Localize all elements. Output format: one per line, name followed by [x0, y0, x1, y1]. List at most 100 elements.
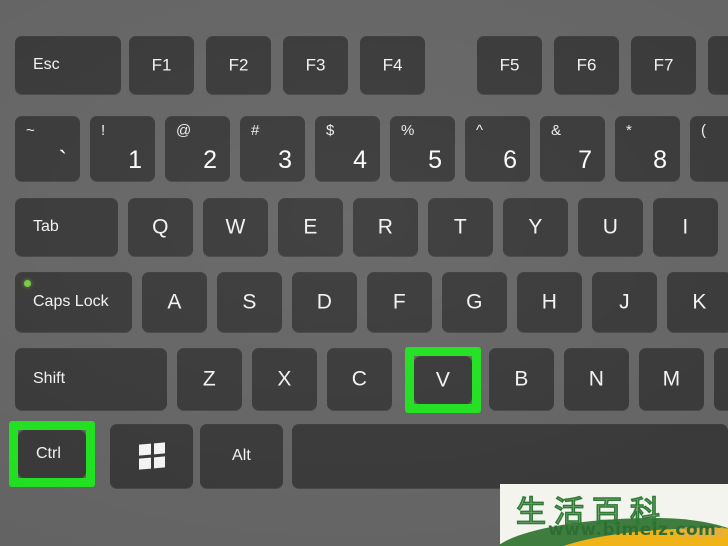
key-primary-symbol: 1 [128, 146, 142, 174]
key-n[interactable]: N [564, 348, 629, 410]
key-7[interactable]: & 7 [540, 116, 605, 181]
key-label: Shift [33, 370, 66, 387]
key-y[interactable]: Y [503, 198, 568, 256]
key-shift[interactable]: Shift [15, 348, 167, 410]
key-primary-symbol: 7 [578, 146, 592, 174]
watermark-url: www.bimeiz.com [548, 520, 717, 540]
key-label: Alt [232, 447, 251, 464]
key-f5[interactable]: F5 [477, 36, 542, 94]
key-label: Caps Lock [33, 293, 109, 310]
key-label: F5 [499, 55, 520, 75]
ctrl-key-highlight [9, 421, 95, 487]
windows-logo-icon [138, 442, 165, 470]
key-caps-lock[interactable]: Caps Lock [15, 272, 132, 332]
key-f[interactable]: F [367, 272, 432, 332]
keyboard-screenshot: EscF1F2F3F4F5F6F7~`!1@2#3$4%5^6&7*8(9Tab… [0, 0, 728, 546]
key-shift-symbol: ( [701, 122, 706, 139]
key-f6[interactable]: F6 [554, 36, 619, 94]
key-f7[interactable]: F7 [631, 36, 696, 94]
key-label: Esc [33, 56, 60, 73]
key-label: R [377, 215, 394, 239]
key-partial-8[interactable] [708, 36, 728, 94]
key-label: F2 [228, 55, 249, 75]
key-r[interactable]: R [353, 198, 418, 256]
key-partial-8[interactable] [714, 348, 728, 410]
key-primary-symbol: 2 [203, 146, 217, 174]
key-h[interactable]: H [517, 272, 582, 332]
key-f3[interactable]: F3 [283, 36, 348, 94]
key-6[interactable]: ^ 6 [465, 116, 530, 181]
key-5[interactable]: % 5 [390, 116, 455, 181]
key-shift-symbol: ^ [476, 122, 484, 139]
key-shift-symbol: $ [326, 122, 335, 139]
key-x[interactable]: X [252, 348, 317, 410]
key-d[interactable]: D [292, 272, 357, 332]
key-t[interactable]: T [428, 198, 493, 256]
key-i[interactable]: I [653, 198, 718, 256]
key-2[interactable]: @2 [165, 116, 230, 181]
key-primary-symbol: 6 [503, 146, 517, 174]
key-m[interactable]: M [639, 348, 704, 410]
key-3[interactable]: #3 [240, 116, 305, 181]
key-g[interactable]: G [442, 272, 507, 332]
key-a[interactable]: A [142, 272, 207, 332]
key-q[interactable]: Q [128, 198, 193, 256]
key-w[interactable]: W [203, 198, 268, 256]
key-shift-symbol: ! [101, 122, 106, 139]
key-label: H [541, 290, 558, 314]
key-tab[interactable]: Tab [15, 198, 118, 256]
key-windows[interactable] [110, 424, 193, 488]
key-alt[interactable]: Alt [200, 424, 283, 488]
key-z[interactable]: Z [177, 348, 242, 410]
caps-lock-led-indicator [24, 280, 31, 287]
key-shift-symbol: * [626, 122, 632, 139]
key-shift-symbol: # [251, 122, 260, 139]
key-`[interactable]: ~ ` [15, 116, 80, 181]
key-label: N [588, 367, 605, 391]
key-b[interactable]: B [489, 348, 554, 410]
key-f2[interactable]: F2 [206, 36, 271, 94]
key-9[interactable]: (9 [690, 116, 728, 181]
key-k[interactable]: K [667, 272, 728, 332]
key-j[interactable]: J [592, 272, 657, 332]
key-c[interactable]: C [327, 348, 392, 410]
key-s[interactable]: S [217, 272, 282, 332]
key-label: S [242, 290, 257, 314]
key-label: D [316, 290, 333, 314]
key-label: Y [528, 215, 543, 239]
key-space[interactable] [292, 424, 728, 488]
key-label: Q [152, 215, 169, 239]
key-esc[interactable]: Esc [15, 36, 121, 94]
key-f1[interactable]: F1 [129, 36, 194, 94]
key-label: F [392, 290, 407, 314]
key-8[interactable]: * 8 [615, 116, 680, 181]
key-label: Tab [33, 218, 59, 235]
key-label: F1 [151, 55, 172, 75]
key-label: T [453, 215, 468, 239]
key-primary-symbol: ` [58, 146, 67, 174]
key-label: F7 [653, 55, 674, 75]
key-shift-symbol: % [401, 122, 415, 139]
key-label: F4 [382, 55, 403, 75]
key-1[interactable]: ! 1 [90, 116, 155, 181]
key-label: U [602, 215, 619, 239]
key-label: Z [202, 367, 217, 391]
key-primary-symbol: 3 [278, 146, 292, 174]
key-label: C [351, 367, 368, 391]
key-u[interactable]: U [578, 198, 643, 256]
key-4[interactable]: $4 [315, 116, 380, 181]
key-e[interactable]: E [278, 198, 343, 256]
key-label: F6 [576, 55, 597, 75]
v-key-highlight [405, 347, 481, 413]
key-label: G [466, 290, 483, 314]
key-label: M [662, 367, 681, 391]
key-shift-symbol: & [551, 122, 562, 139]
key-primary-symbol: 4 [353, 146, 367, 174]
key-label: E [303, 215, 318, 239]
key-shift-symbol: @ [176, 122, 192, 139]
key-primary-symbol: 5 [428, 146, 442, 174]
key-label: X [277, 367, 292, 391]
key-label: K [692, 290, 707, 314]
key-label: F3 [305, 55, 326, 75]
key-f4[interactable]: F4 [360, 36, 425, 94]
